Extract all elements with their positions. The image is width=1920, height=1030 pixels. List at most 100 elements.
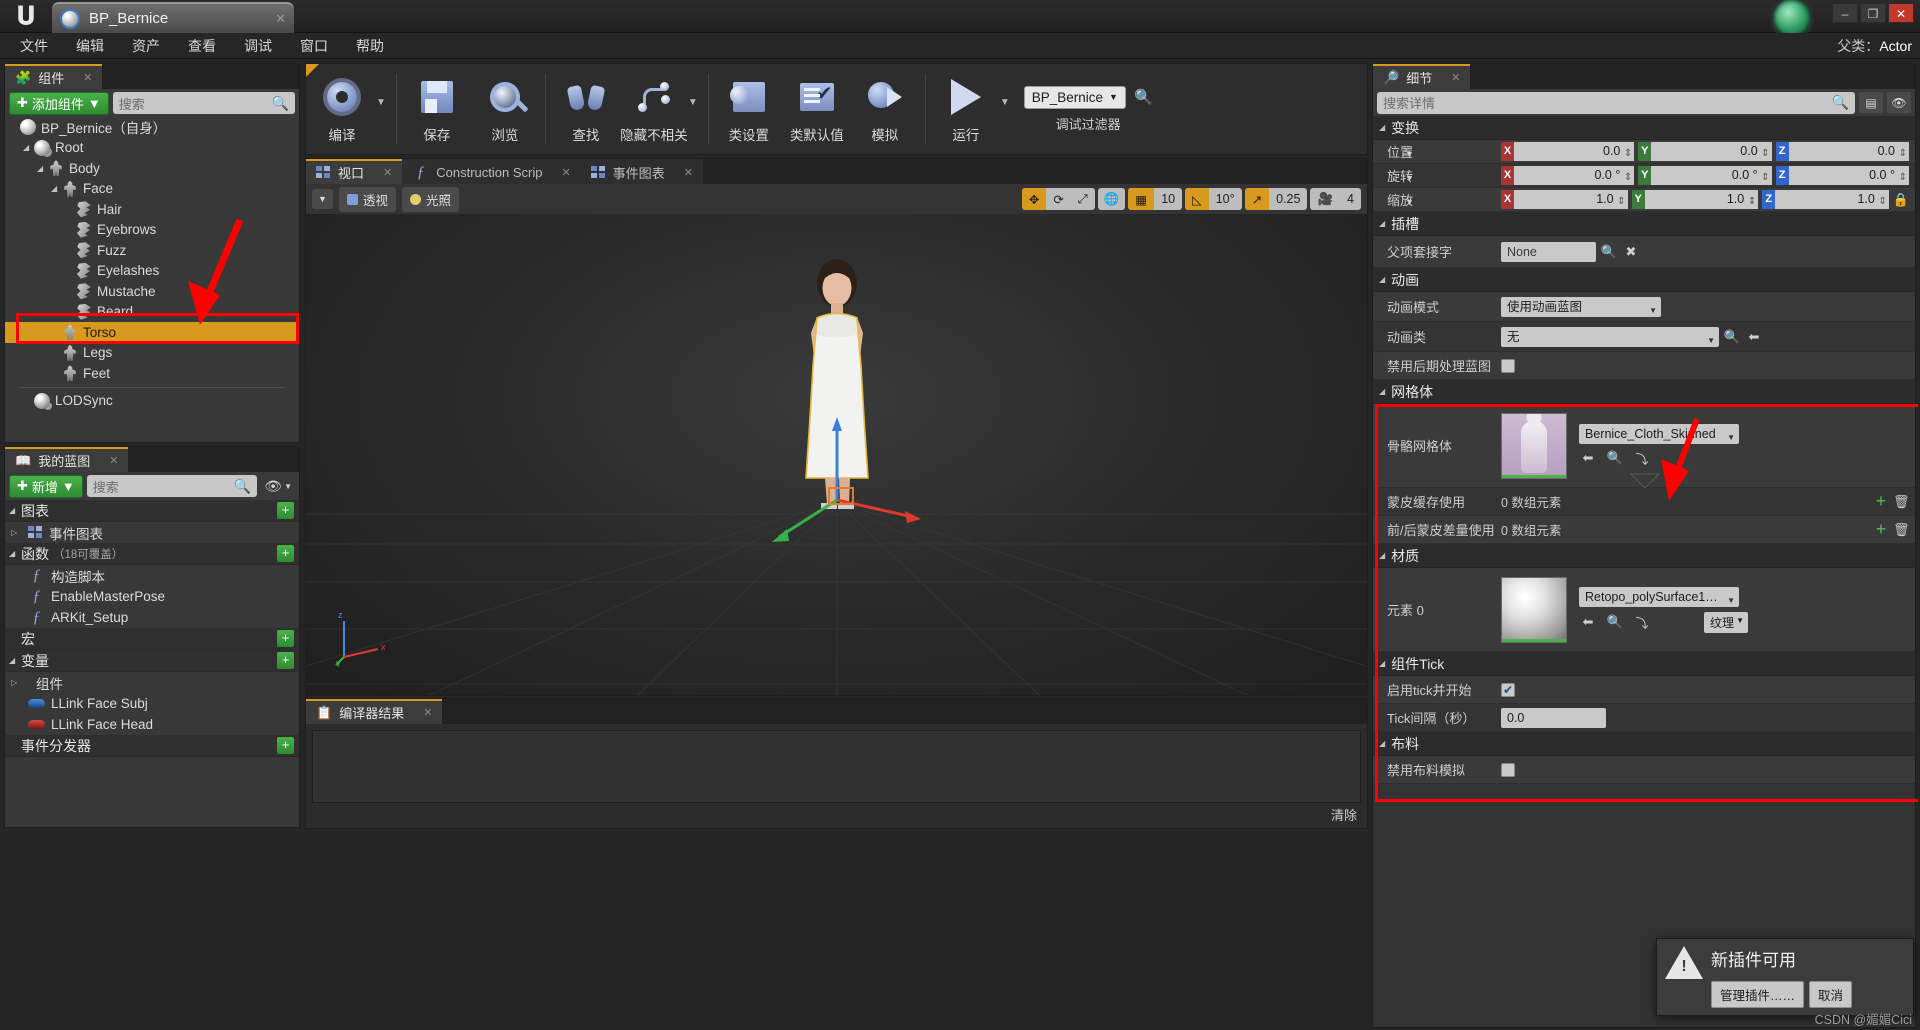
- skeletal-mesh-thumbnail[interactable]: [1501, 412, 1567, 479]
- component-tree-item[interactable]: Eyebrows: [5, 220, 299, 241]
- toolbar-button-save[interactable]: 保存: [403, 68, 471, 150]
- world-space-icon[interactable]: 🌐: [1097, 188, 1126, 210]
- transform-gizmo-group[interactable]: ✥ ⟳ ⤢: [1021, 188, 1095, 210]
- component-tree-item[interactable]: Mustache: [5, 281, 299, 302]
- numeric-input[interactable]: 0.0: [1501, 707, 1606, 728]
- details-property-list[interactable]: ◢变换位置▼X0.0Y0.0Z0.0旋转▼X0.0 °Y0.0 °Z0.0 °缩…: [1373, 116, 1915, 1027]
- close-icon[interactable]: ✕: [684, 166, 693, 179]
- close-window-button[interactable]: ✕: [1888, 3, 1914, 23]
- expand-arrow-icon[interactable]: ▷: [11, 528, 22, 537]
- chevron-down-icon[interactable]: ▼: [1405, 149, 1414, 159]
- expand-arrow-icon[interactable]: ◢: [1379, 551, 1385, 560]
- back-arrow-icon[interactable]: ⬅: [1579, 450, 1597, 466]
- menu-item-debug[interactable]: 调试: [230, 33, 286, 59]
- numeric-input-x[interactable]: 0.0 °: [1514, 166, 1635, 187]
- my-blueprint-item[interactable]: ƒ ARKit_Setup: [5, 607, 299, 628]
- expand-arrow-icon[interactable]: ◢: [1379, 123, 1385, 132]
- tab-my-blueprint[interactable]: 📖 我的蓝图 ✕: [5, 447, 129, 472]
- add-to-section-button[interactable]: +: [277, 652, 294, 669]
- angle-snap-value[interactable]: 10°: [1209, 188, 1242, 210]
- my-blueprint-item[interactable]: ƒ 构造脚本: [5, 565, 299, 586]
- parent-class-value[interactable]: Actor: [1879, 38, 1912, 54]
- menu-item-window[interactable]: 窗口: [286, 33, 342, 59]
- details-search-input[interactable]: 搜索详情 🔍: [1377, 91, 1855, 114]
- view-mode-button[interactable]: 透视: [338, 186, 396, 212]
- menu-item-asset[interactable]: 资产: [118, 33, 174, 59]
- grid-snap-value[interactable]: 10: [1154, 188, 1182, 210]
- eye-icon[interactable]: 👁: [1887, 92, 1911, 113]
- component-tree-item[interactable]: Hair: [5, 199, 299, 220]
- add-new-button[interactable]: ✚ 新增 ▼: [9, 474, 83, 498]
- back-arrow-icon[interactable]: ⬅: [1745, 329, 1763, 345]
- camera-speed-group[interactable]: 🎥 4: [1310, 188, 1361, 210]
- component-tree-item[interactable]: Torso: [5, 322, 299, 343]
- asset-dropdown[interactable]: Bernice_Cloth_Skinned: [1579, 423, 1739, 444]
- component-tree-item[interactable]: BP_Bernice（自身）: [5, 117, 299, 138]
- scale-snap-value[interactable]: 0.25: [1269, 188, 1307, 210]
- tab-components[interactable]: 🧩 组件 ✕: [5, 64, 103, 89]
- toolbar-button-hide-unrelated[interactable]: 隐藏不相关: [620, 68, 688, 150]
- component-tree[interactable]: BP_Bernice（自身） ◢ Root ◢ Body ◢ Face Hair Eyebrow…: [5, 117, 299, 442]
- expand-arrow-icon[interactable]: ◢: [1379, 659, 1385, 668]
- my-blueprint-item[interactable]: ▷ 组件: [5, 672, 299, 693]
- chevron-down-icon[interactable]: ▼: [1405, 197, 1414, 207]
- add-to-section-button[interactable]: +: [277, 630, 294, 647]
- my-blueprint-section-header[interactable]: 宏 +: [5, 628, 299, 650]
- browse-icon[interactable]: 🔍: [1606, 614, 1624, 630]
- minimize-button[interactable]: –: [1832, 3, 1858, 23]
- expand-arrow-icon[interactable]: ◢: [1379, 387, 1385, 396]
- my-blueprint-section-header[interactable]: ◢ 变量 +: [5, 650, 299, 672]
- toolbar-button-compile[interactable]: 编译: [308, 68, 376, 150]
- my-blueprint-search-input[interactable]: 搜索 🔍: [86, 475, 258, 497]
- menu-item-edit[interactable]: 编辑: [62, 33, 118, 59]
- details-category-插槽[interactable]: ◢ 插槽: [1373, 212, 1915, 236]
- toolbar-button-class-defaults[interactable]: 类默认值: [783, 68, 851, 150]
- component-tree-item[interactable]: Beard: [5, 302, 299, 323]
- expand-arrow-icon[interactable]: ◢: [9, 656, 21, 665]
- toolbar-button-simulate[interactable]: 模拟: [851, 68, 919, 150]
- camera-speed-icon[interactable]: 🎥: [1310, 188, 1340, 210]
- move-gizmo-icon[interactable]: ✥: [1021, 188, 1047, 210]
- socket-name-input[interactable]: None: [1501, 241, 1596, 262]
- close-icon[interactable]: ✕: [1451, 71, 1460, 84]
- numeric-input-y[interactable]: 1.0: [1644, 190, 1759, 211]
- browse-icon[interactable]: 🔍: [1606, 450, 1624, 466]
- details-category-动画[interactable]: ◢ 动画: [1373, 268, 1915, 292]
- chevron-down-icon[interactable]: ▼: [1000, 97, 1014, 122]
- expand-arrow-icon[interactable]: ◢: [1379, 219, 1385, 228]
- expand-arrow-icon[interactable]: ◢: [37, 164, 48, 173]
- use-selected-icon[interactable]: ⤵: [1633, 613, 1651, 632]
- viewport-3d-canvas[interactable]: z x y: [306, 214, 1367, 695]
- asset-dropdown[interactable]: Retopo_polySurface1SG1: [1579, 586, 1739, 607]
- checkbox[interactable]: [1501, 762, 1515, 777]
- grid-snap-group[interactable]: ▦ 10: [1128, 188, 1183, 210]
- compiler-results-output[interactable]: [312, 730, 1361, 803]
- details-category-变换[interactable]: ◢ 变换: [1373, 116, 1915, 140]
- texture-dropdown-button[interactable]: 纹理: [1704, 611, 1749, 633]
- close-icon[interactable]: ✕: [383, 166, 392, 179]
- use-selected-icon[interactable]: ⤵: [1633, 449, 1651, 468]
- close-icon[interactable]: ✕: [561, 166, 570, 179]
- expand-arrow-icon[interactable]: ◢: [1379, 275, 1385, 284]
- my-blueprint-section-header[interactable]: ◢ 函数 （18可覆盖） +: [5, 543, 299, 565]
- anim-class-dropdown[interactable]: 无: [1501, 326, 1719, 347]
- my-blueprint-item[interactable]: ƒ EnableMasterPose: [5, 586, 299, 607]
- close-icon[interactable]: ✕: [109, 454, 118, 467]
- checkbox[interactable]: [1501, 682, 1515, 697]
- viewport-options-button[interactable]: ▼: [312, 189, 333, 209]
- chevron-down-icon[interactable]: ▼: [1405, 173, 1414, 183]
- camera-speed-value[interactable]: 4: [1340, 188, 1361, 210]
- scale-snap-icon[interactable]: ↗: [1244, 188, 1270, 210]
- numeric-input-x[interactable]: 1.0: [1514, 190, 1628, 211]
- toolbar-button-browse[interactable]: 浏览: [471, 68, 539, 150]
- document-tab-bp-bernice[interactable]: BP_Bernice ✕: [52, 2, 294, 33]
- clear-icon[interactable]: ✖: [1622, 244, 1640, 260]
- my-blueprint-section-header[interactable]: ◢ 图表 +: [5, 500, 299, 522]
- toolbar-button-find[interactable]: 查找: [552, 68, 620, 150]
- expand-arrow-icon[interactable]: ◢: [51, 184, 62, 193]
- material-sphere-thumbnail[interactable]: [1501, 576, 1567, 643]
- expand-arrow-icon[interactable]: ◢: [1379, 739, 1385, 748]
- expand-arrow-icon[interactable]: ▷: [11, 678, 22, 687]
- component-tree-item[interactable]: ◢ Root: [5, 138, 299, 159]
- angle-snap-group[interactable]: ◺ 10°: [1185, 188, 1242, 210]
